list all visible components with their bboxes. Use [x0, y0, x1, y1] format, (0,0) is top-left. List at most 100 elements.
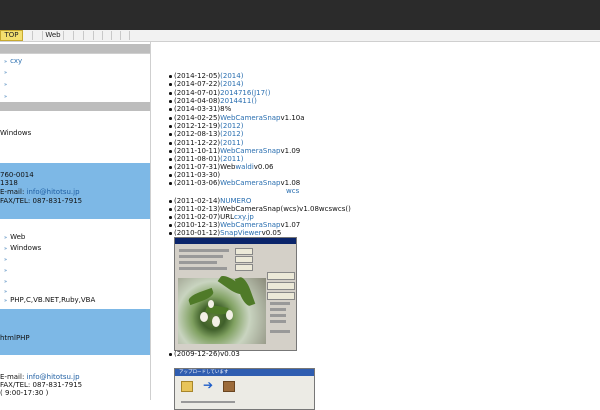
sidebar-item[interactable]: »	[4, 255, 10, 263]
bullet-dot-icon	[169, 142, 172, 145]
tab-3[interactable]	[33, 31, 43, 40]
list-item: (2009-12-26)v0.03	[169, 350, 240, 358]
sidebar: » cxy » » » Windows 760-0014 1318 E-mail:…	[0, 41, 151, 400]
tab-10[interactable]	[112, 31, 121, 40]
upload-dialog-screenshot[interactable]: アップロードしています ➔	[174, 368, 315, 410]
contact-box-1: 760-0014 1318 E-mail: info@hitotsu.jp FA…	[0, 163, 150, 219]
tab-6[interactable]	[74, 31, 84, 40]
bullet-dot-icon	[169, 125, 172, 128]
list-item: (2014-02-25)WebCameraSnapv1.10a	[169, 114, 305, 122]
tab-11[interactable]	[121, 31, 130, 40]
bullet-dot-icon	[169, 75, 172, 78]
tab-8[interactable]	[94, 31, 103, 40]
bullet-icon: »	[4, 235, 8, 241]
news-list: (2014-12-05)(2014) (2014-07-22)(2014) (2…	[150, 41, 600, 410]
wcs-link[interactable]: wcs	[286, 187, 299, 195]
bullet-dot-icon	[169, 224, 172, 227]
tab-5[interactable]	[64, 31, 74, 40]
dialog-titlebar: アップロードしています	[175, 369, 314, 376]
email-line: E-mail: info@hitotsu.jp	[0, 188, 80, 196]
sidebar-item-languages[interactable]: » PHP,C,VB.NET,Ruby,VBA	[4, 296, 95, 304]
sidebar-item-windows[interactable]: » Windows	[4, 244, 41, 252]
list-item: (2014-04-08)2014411()	[169, 97, 257, 105]
office-hours: ( 9:00-17:30 )	[0, 389, 49, 397]
list-item: (2010-01-12)SnapViewerv0.05	[169, 229, 281, 237]
list-item: (2011-03-06)WebCameraSnapv1.08	[169, 179, 300, 187]
list-item: (2011-08-01)(2011)	[169, 155, 243, 163]
bullet-icon: »	[4, 279, 8, 285]
list-item: (2011-10-11)WebCameraSnapv1.09	[169, 147, 300, 155]
postal-code: 760-0014	[0, 171, 34, 179]
bullet-icon: »	[4, 59, 8, 65]
arrow-right-icon: ➔	[203, 378, 214, 392]
bullet-dot-icon	[169, 174, 172, 177]
list-item: (2011-12-22)(2011)	[169, 139, 243, 147]
bullet-dot-icon	[169, 92, 172, 95]
window-titlebar	[175, 238, 296, 244]
bullet-dot-icon	[169, 232, 172, 235]
bullet-dot-icon	[169, 353, 172, 356]
list-item: (2011-07-31)Webwaldiv0.06	[169, 163, 274, 171]
bullet-dot-icon	[169, 150, 172, 153]
image-icon	[223, 381, 235, 392]
sidebar-link[interactable]: »	[4, 92, 10, 100]
bullet-dot-icon	[169, 133, 172, 136]
bullet-dot-icon	[169, 182, 172, 185]
bullet-icon: »	[4, 268, 8, 274]
list-item: (2012-12-19)(2012)	[169, 122, 243, 130]
list-item: (2014-07-22)(2014)	[169, 80, 243, 88]
html-php-label: htmlPHP	[0, 334, 30, 342]
fax-tel-2: FAX/TEL: 087-831-7915	[0, 381, 83, 389]
sidebar-item[interactable]: »	[4, 287, 10, 295]
bullet-dot-icon	[169, 83, 172, 86]
bullet-icon: »	[4, 94, 8, 100]
bullet-icon: »	[4, 246, 8, 252]
bullet-dot-icon	[169, 200, 172, 203]
sidebar-header-1	[0, 44, 150, 53]
email-link-2[interactable]: info@hitotsu.jp	[27, 373, 80, 381]
folder-icon	[181, 381, 193, 392]
email-link[interactable]: info@hitotsu.jp	[27, 188, 80, 196]
bullet-icon: »	[4, 82, 8, 88]
bullet-icon: »	[4, 298, 8, 304]
bullet-dot-icon	[169, 166, 172, 169]
tab-2[interactable]	[23, 31, 33, 40]
tab-top[interactable]: TOP	[0, 30, 23, 41]
list-item: (2011-02-13)WebCameraSnap(wcs)v1.08wcswc…	[169, 205, 351, 213]
list-item: (2010-12-13)WebCameraSnapv1.07	[169, 221, 300, 229]
list-item: (2011-02-14)NUMERO	[169, 197, 251, 205]
bullet-icon: »	[4, 289, 8, 295]
list-item: (2012-08-13)(2012)	[169, 130, 243, 138]
sidebar-header-2	[0, 102, 150, 111]
info-box-2: htmlPHP	[0, 309, 150, 355]
sidebar-item-web[interactable]: » Web	[4, 233, 25, 241]
bullet-dot-icon	[169, 208, 172, 211]
webcamsnap-screenshot[interactable]	[174, 237, 297, 351]
plant-photo	[178, 272, 266, 344]
sidebar-link-cxy[interactable]: » cxy	[4, 57, 22, 65]
email-line-2: E-mail: info@hitotsu.jp	[0, 373, 80, 381]
bullet-dot-icon	[169, 216, 172, 219]
tab-9[interactable]	[103, 31, 112, 40]
bullet-dot-icon	[169, 108, 172, 111]
bullet-icon: »	[4, 70, 8, 76]
top-header-bar	[0, 0, 600, 30]
sidebar-link[interactable]: »	[4, 68, 10, 76]
list-item: (2014-03-31)8%	[169, 105, 231, 113]
bullet-dot-icon	[169, 158, 172, 161]
sidebar-link[interactable]: »	[4, 80, 10, 88]
sidebar-item[interactable]: »	[4, 266, 10, 274]
bullet-icon: »	[4, 257, 8, 263]
tab-web[interactable]: Web	[43, 31, 64, 40]
os-label: Windows	[0, 129, 32, 137]
tab-7[interactable]	[84, 31, 94, 40]
fax-tel: FAX/TEL: 087-831-7915	[0, 197, 83, 205]
list-item: (2014-07-01)2014716(J17()	[169, 89, 271, 97]
list-item: (2011-03-30)	[169, 171, 220, 179]
bullet-dot-icon	[169, 117, 172, 120]
bullet-dot-icon	[169, 100, 172, 103]
sidebar-item[interactable]: »	[4, 277, 10, 285]
sidebar-links-box: » cxy » » »	[0, 53, 150, 102]
address-line: 1318	[0, 179, 18, 187]
list-item: (2014-12-05)(2014)	[169, 72, 243, 80]
